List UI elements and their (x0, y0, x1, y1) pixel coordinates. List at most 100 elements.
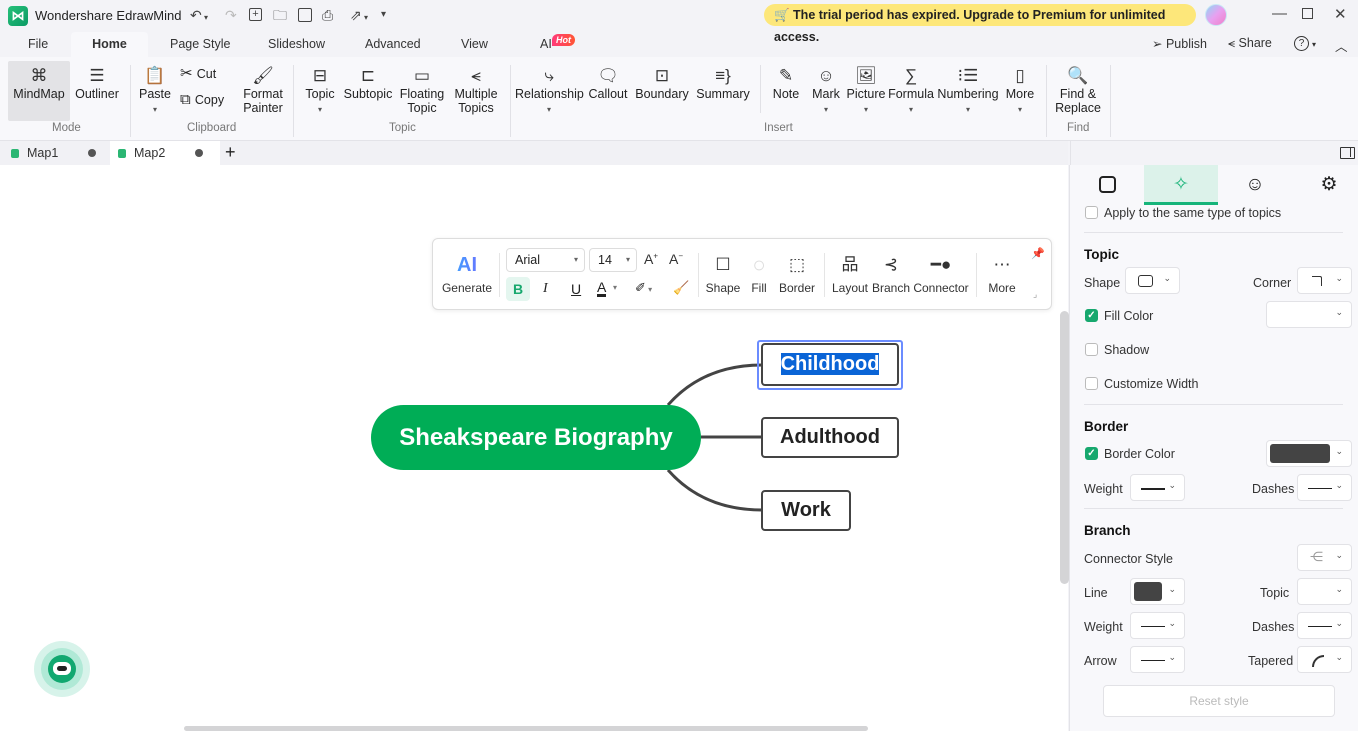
share-button[interactable]: ⪪ Share (1228, 36, 1272, 51)
arrow-dropdown[interactable]: ⌄ (1130, 646, 1185, 673)
robot-visor-icon (57, 666, 67, 671)
fill-circle-icon: ○ (752, 252, 766, 277)
branch-topic-dropdown[interactable]: ⌄ (1297, 578, 1352, 605)
restore-button[interactable] (1302, 8, 1313, 19)
italic-button[interactable]: I (543, 281, 548, 297)
border-dashes-dropdown[interactable]: ⌄ (1297, 474, 1352, 501)
connector-style-icon: ⋲ (1310, 549, 1323, 564)
connector-style-dropdown[interactable]: ⋲ ⌄ (1297, 544, 1352, 571)
branch-weight-dropdown[interactable]: ⌄ (1130, 612, 1185, 639)
customize-width-label: Customize Width (1104, 377, 1199, 391)
line-weight-icon (1141, 488, 1165, 490)
ai-generate-button[interactable]: AI Generate (441, 253, 493, 295)
topic-childhood[interactable]: Childhood (761, 343, 899, 386)
toggle-panel-icon[interactable] (1340, 147, 1355, 159)
layout-label: Layout (831, 281, 869, 295)
font-size-select[interactable]: 14 ▾ (589, 248, 637, 272)
publish-button[interactable]: ➢ Publish (1152, 36, 1207, 51)
share-label: Share (1238, 36, 1272, 50)
shape-button[interactable]: ☐ Shape (705, 253, 741, 295)
topic-adulthood[interactable]: Adulthood (761, 417, 899, 458)
line-color-dropdown[interactable]: ⌄ (1130, 578, 1185, 605)
group-label-find: Find (1067, 122, 1090, 134)
horizontal-scrollbar[interactable] (184, 726, 868, 731)
fill-color-dropdown[interactable]: ⌄ (1266, 301, 1352, 328)
panel-tab-theme[interactable]: ⚙ (1292, 165, 1358, 205)
layout-icon: 品 (841, 255, 859, 274)
help-dropdown-icon[interactable]: ▾ (1312, 40, 1316, 49)
vertical-scrollbar[interactable] (1060, 311, 1069, 584)
increase-font-icon[interactable]: A+ (644, 251, 658, 267)
fill-button[interactable]: ○ Fill (745, 252, 773, 296)
topic-work[interactable]: Work (761, 490, 851, 531)
font-color-button[interactable]: A (597, 280, 607, 297)
branch-topic-label: Topic (1260, 586, 1290, 600)
divider (976, 253, 977, 297)
chevron-down-icon: ⌄ (1335, 446, 1343, 456)
pin-icon[interactable]: 📌 (1031, 247, 1045, 260)
border-heading: Border (1084, 419, 1129, 434)
chevron-down-icon[interactable]: ▾ (613, 283, 617, 292)
border-color-checkbox[interactable]: ✓ (1085, 447, 1098, 460)
reset-style-button[interactable]: Reset style (1103, 685, 1335, 717)
minimize-button[interactable]: — (1272, 5, 1287, 22)
collapse-ribbon-icon[interactable]: ︿ (1335, 36, 1348, 55)
resize-corner-icon[interactable]: ⌟ (1033, 289, 1037, 300)
border-button[interactable]: ⬚ Border (777, 253, 817, 295)
connector-button[interactable]: ━● Connector (913, 253, 969, 295)
border-weight-dropdown[interactable]: ⌄ (1130, 474, 1185, 501)
font-family-select[interactable]: Arial ▾ (506, 248, 585, 272)
shadow-label: Shadow (1104, 343, 1150, 357)
divider (1084, 232, 1343, 233)
chevron-down-icon: ⌄ (1335, 307, 1343, 317)
publish-label: Publish (1165, 37, 1207, 51)
close-button[interactable]: ✕ (1334, 5, 1347, 23)
branch-dashes-dropdown[interactable]: ⌄ (1297, 612, 1352, 639)
shape-dropdown[interactable]: ⌄ (1125, 267, 1180, 294)
chevron-down-icon: ▾ (573, 255, 578, 264)
apply-same-checkbox[interactable] (1085, 206, 1098, 219)
topic-text-selected[interactable]: Childhood (780, 353, 880, 375)
connector-style-label: Connector Style (1084, 552, 1173, 566)
border-color-label: Border Color (1104, 447, 1175, 461)
panel-tab-mark[interactable]: ☺ (1218, 165, 1292, 205)
shadow-checkbox[interactable] (1085, 343, 1098, 356)
help-icon[interactable]: ? (1294, 36, 1309, 51)
divider (1084, 404, 1343, 405)
clear-format-icon[interactable]: 🧹 (673, 280, 689, 296)
user-avatar[interactable] (1205, 4, 1227, 26)
border-weight-label: Weight (1084, 482, 1123, 496)
layout-button[interactable]: 品 Layout (830, 253, 870, 295)
central-topic[interactable]: Sheakspeare Biography (371, 405, 701, 470)
customize-width-checkbox[interactable] (1085, 377, 1098, 390)
tapered-dropdown[interactable]: ⌄ (1297, 646, 1352, 673)
panel-header-strip (1070, 141, 1358, 165)
panel-tab-style[interactable]: ✧ (1144, 165, 1218, 205)
decrease-font-icon[interactable]: A− (669, 251, 683, 267)
branch-button[interactable]: ⊰ Branch (871, 253, 911, 295)
fill-color-label: Fill Color (1104, 309, 1154, 323)
shape-label: Shape (705, 281, 741, 295)
apply-same-label: Apply to the same type of topics (1104, 206, 1282, 220)
border-color-dropdown[interactable]: ⌄ (1266, 440, 1352, 467)
line-weight-icon (1141, 626, 1165, 627)
smiley-icon: ☺ (1245, 174, 1265, 195)
line-dash-icon (1308, 626, 1332, 627)
branch-label: Branch (871, 281, 911, 295)
branch-connectors (666, 363, 763, 512)
chevron-down-icon: ⌄ (1168, 618, 1176, 628)
send-icon: ➢ (1152, 37, 1166, 51)
highlight-icon[interactable]: ✐ ▾ (635, 280, 652, 296)
line-dash-icon (1308, 488, 1332, 489)
fill-color-checkbox[interactable]: ✓ (1085, 309, 1098, 322)
chevron-down-icon: ⌄ (1335, 480, 1343, 490)
more-label: More (988, 281, 1016, 295)
connector-icon: ━● (930, 255, 952, 274)
more-button[interactable]: ⋯ More (983, 253, 1021, 295)
underline-button[interactable]: U (571, 281, 581, 297)
bold-button[interactable]: B (506, 277, 530, 301)
corner-dropdown[interactable]: ⌄ (1297, 267, 1352, 294)
panel-tab-page[interactable] (1070, 165, 1144, 205)
floating-format-toolbar: AI Generate Arial ▾ 14 ▾ A+ A− B I U A ▾ ✐ … (432, 238, 1052, 310)
square-icon: ☐ (715, 255, 731, 274)
